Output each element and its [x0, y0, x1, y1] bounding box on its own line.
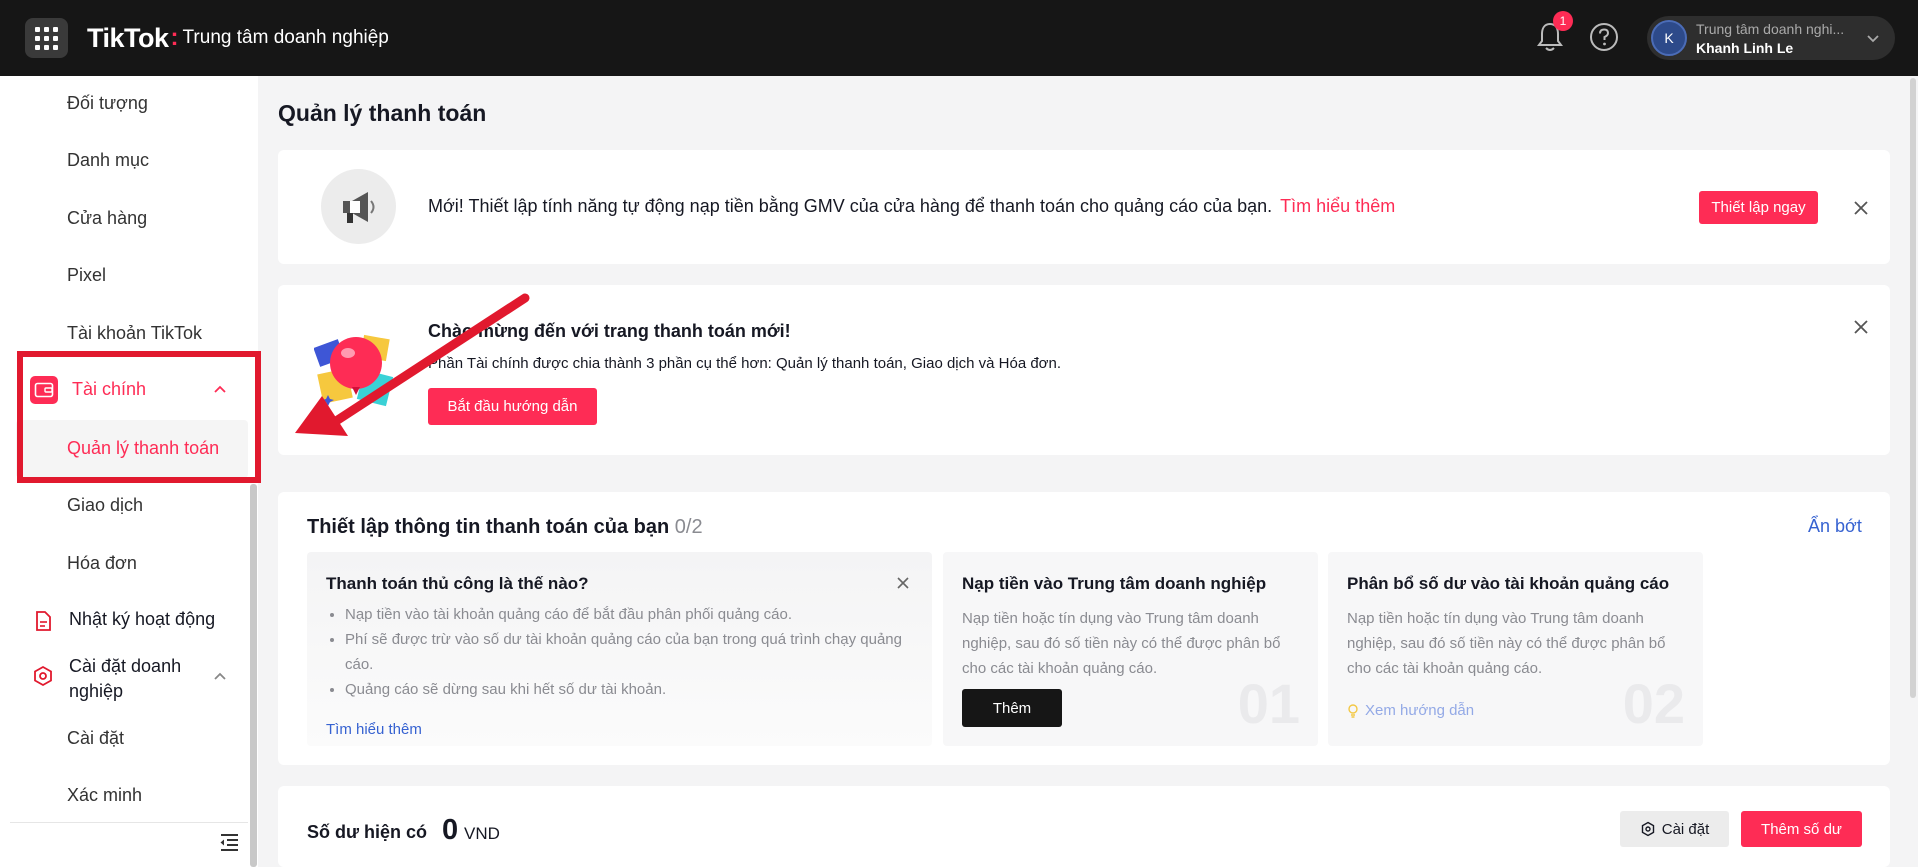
- step-number: 02: [1622, 672, 1685, 735]
- sidebar-group-business-settings[interactable]: Cài đặt doanh nghiệp: [31, 654, 209, 704]
- step-title: Nạp tiền vào Trung tâm doanh nghiệp: [962, 574, 1267, 593]
- list-item: Phí sẽ được trừ vào số dư tài khoản quản…: [345, 627, 915, 677]
- setup-title: Thiết lập thông tin thanh toán của bạn 0…: [307, 516, 703, 539]
- annotation-arrow: [295, 293, 530, 436]
- divider: [10, 822, 248, 823]
- step-description: Nạp tiền hoặc tín dụng vào Trung tâm doa…: [962, 610, 1281, 677]
- logo-colon: :: [170, 24, 179, 51]
- sidebar-item-audience[interactable]: Đối tượng: [67, 93, 148, 114]
- payment-setup-card: Thiết lập thông tin thanh toán của bạn 0…: [278, 492, 1890, 765]
- view-guide-link[interactable]: Xem hướng dẫn: [1347, 702, 1474, 719]
- avatar: K: [1651, 20, 1687, 56]
- sidebar-item-activity-log-label: Nhật ký hoạt động: [69, 609, 216, 629]
- balance-label: Số dư hiện có: [307, 822, 428, 842]
- sidebar-item-invoices[interactable]: Hóa đơn: [67, 553, 137, 574]
- settings-icon: [34, 665, 52, 687]
- step-title: Phân bổ số dư vào tài khoản quảng cáo: [1347, 574, 1670, 593]
- sidebar-item-settings[interactable]: Cài đặt: [67, 728, 124, 749]
- hide-link[interactable]: Ẩn bớt: [1808, 516, 1862, 537]
- account-org-name: Trung tâm doanh nghi...: [1696, 21, 1845, 37]
- help-icon[interactable]: [1589, 22, 1619, 52]
- notice-learn-more-link[interactable]: Tìm hiểu thêm: [1280, 196, 1395, 216]
- manual-payment-info: Thanh toán thủ công là thế nào? Nạp tiền…: [307, 552, 932, 746]
- scrollbar-thumb[interactable]: [1910, 78, 1916, 698]
- gmv-notice-banner: Mới! Thiết lập tính năng tự động nạp tiề…: [278, 150, 1890, 264]
- account-switcher[interactable]: K Trung tâm doanh nghi... Khanh Linh Le: [1647, 16, 1895, 60]
- close-icon[interactable]: [1852, 318, 1870, 336]
- account-user-name: Khanh Linh Le: [1696, 40, 1794, 56]
- main-scrollbar[interactable]: [1908, 76, 1918, 867]
- balance-currency: VND: [464, 824, 500, 843]
- setup-progress: 0/2: [674, 516, 703, 538]
- close-icon[interactable]: [896, 576, 910, 590]
- list-item: Quảng cáo sẽ dừng sau khi hết số dư tài …: [345, 677, 915, 702]
- sidebar-item-tiktok-accounts[interactable]: Tài khoản TikTok: [67, 323, 202, 344]
- apps-grid-icon[interactable]: [25, 18, 68, 58]
- sidebar-item-activity-log[interactable]: Nhật ký hoạt động: [31, 609, 215, 633]
- sidebar-scrollbar[interactable]: [250, 484, 257, 867]
- notice-text: Mới! Thiết lập tính năng tự động nạp tiề…: [428, 196, 1273, 216]
- manual-learn-more-link[interactable]: Tìm hiểu thêm: [326, 721, 422, 738]
- balance-settings-label: Cài đặt: [1661, 820, 1710, 838]
- megaphone-icon: [321, 169, 396, 244]
- document-icon: [36, 611, 51, 631]
- product-name: Trung tâm doanh nghiệp: [182, 27, 389, 48]
- brand[interactable]: TikTok : Trung tâm doanh nghiệp: [87, 21, 389, 55]
- sidebar-item-catalog[interactable]: Danh mục: [67, 150, 149, 171]
- step-number: 01: [1237, 672, 1300, 735]
- manual-payment-bullets: Nạp tiền vào tài khoản quảng cáo để bắt …: [345, 602, 915, 702]
- balance-card: Số dư hiện có 0 VND Cài đặt Thêm số dư: [278, 786, 1890, 867]
- balance-settings-button[interactable]: Cài đặt: [1620, 811, 1729, 847]
- sidebar-item-verification[interactable]: Xác minh: [67, 785, 142, 806]
- chevron-up-icon[interactable]: [210, 667, 230, 687]
- step-description: Nạp tiền hoặc tín dụng vào Trung tâm doa…: [1347, 610, 1666, 677]
- chevron-down-icon: [1867, 35, 1879, 43]
- tiktok-logo: TikTok: [87, 22, 169, 53]
- close-icon[interactable]: [1852, 199, 1870, 217]
- annotation-highlight-box: [17, 351, 261, 483]
- list-item: Nạp tiền vào tài khoản quảng cáo để bắt …: [345, 602, 915, 627]
- settings-icon: [1641, 821, 1654, 837]
- page-title: Quản lý thanh toán: [278, 100, 487, 126]
- sidebar-item-transactions[interactable]: Giao dịch: [67, 495, 143, 516]
- collapse-sidebar-icon[interactable]: [218, 831, 240, 853]
- setup-title-text: Thiết lập thông tin thanh toán của bạn: [307, 516, 670, 538]
- sidebar-group-business-settings-label: Cài đặt doanh nghiệp: [69, 656, 182, 701]
- manual-payment-title: Thanh toán thủ công là thế nào?: [326, 574, 589, 593]
- notification-badge: 1: [1553, 11, 1573, 31]
- add-funds-button[interactable]: Thêm: [962, 689, 1062, 727]
- step-card-add-funds: Nạp tiền vào Trung tâm doanh nghiệp Nạp …: [943, 552, 1318, 746]
- sidebar-item-pixel[interactable]: Pixel: [67, 265, 106, 286]
- top-bar: TikTok : Trung tâm doanh nghiệp 1 K Trun…: [0, 0, 1918, 76]
- setup-now-button[interactable]: Thiết lập ngay: [1699, 191, 1818, 224]
- sidebar-item-shop[interactable]: Cửa hàng: [67, 208, 147, 229]
- lightbulb-icon: [1348, 703, 1358, 718]
- view-guide-label: Xem hướng dẫn: [1365, 702, 1475, 719]
- notice-message: Mới! Thiết lập tính năng tự động nạp tiề…: [428, 196, 1395, 217]
- step-card-allocate-balance: Phân bổ số dư vào tài khoản quảng cáo Nạ…: [1328, 552, 1703, 746]
- add-balance-button[interactable]: Thêm số dư: [1741, 811, 1862, 847]
- balance-value: 0: [442, 814, 459, 846]
